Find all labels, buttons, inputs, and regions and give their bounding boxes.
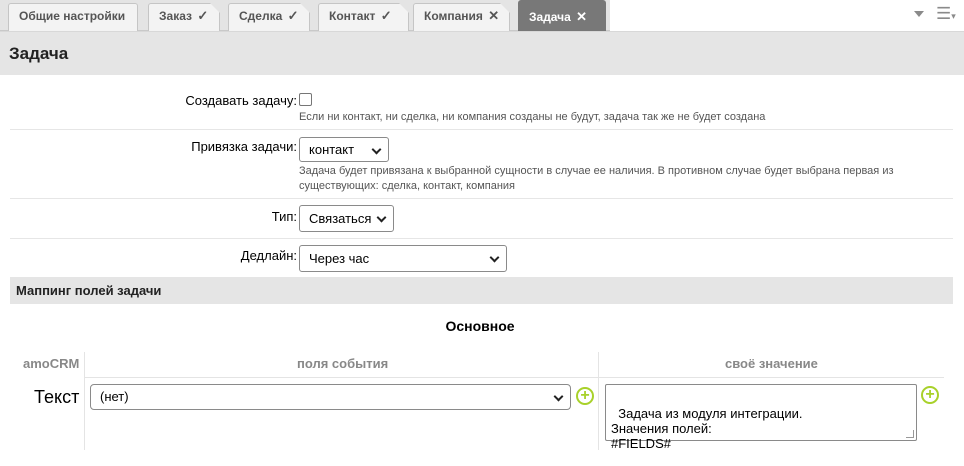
column-event-fields: поля события: [297, 356, 389, 371]
create-task-hint: Если ни контакт, ни сделка, ни компания …: [299, 111, 766, 123]
create-task-row: Создавать задачу: Если ни контакт, ни сд…: [10, 75, 953, 130]
section-header: Задача: [0, 31, 964, 75]
tab-label: Сделка: [239, 9, 283, 23]
type-select[interactable]: Связаться: [299, 205, 394, 232]
chevron-down-icon: [489, 252, 500, 263]
check-icon: ✓: [380, 8, 392, 23]
own-value-textarea[interactable]: Задача из модуля интеграции. Значения по…: [605, 384, 917, 451]
create-task-checkbox[interactable]: [299, 93, 312, 106]
deadline-label: Дедлайн:: [240, 248, 297, 263]
task-binding-select[interactable]: контакт: [299, 137, 389, 162]
tab-deal[interactable]: Сделка ✓: [228, 3, 310, 31]
column-divider: [84, 352, 85, 450]
task-binding-label: Привязка задачи:: [191, 139, 297, 154]
tab-bar: Общие настройки Заказ ✓ Сделка ✓ Контакт…: [0, 0, 964, 31]
task-binding-value: контакт: [309, 142, 355, 157]
event-field-select[interactable]: (нет): [90, 384, 571, 410]
add-own-value-button[interactable]: +: [921, 386, 939, 404]
add-event-field-button[interactable]: +: [576, 387, 594, 405]
group-title: Основное: [0, 318, 964, 334]
mapping-field-name: Текст: [34, 387, 80, 407]
check-icon: ✓: [287, 8, 299, 23]
tab-company[interactable]: Компания ✕: [413, 3, 510, 31]
chevron-down-icon: [371, 144, 382, 155]
chevron-down-icon: [376, 212, 387, 223]
tab-corner: [210, 3, 220, 13]
deadline-select[interactable]: Через час: [299, 245, 507, 272]
header-divider: [84, 377, 944, 378]
event-field-value: (нет): [100, 389, 129, 404]
mapping-header: Маппинг полей задачи: [10, 277, 953, 304]
tab-general-settings[interactable]: Общие настройки: [8, 3, 138, 31]
menu-icon[interactable]: ☰▾: [936, 4, 956, 26]
cross-icon: ✕: [576, 9, 588, 24]
tab-order[interactable]: Заказ ✓: [148, 3, 220, 31]
group-title-text: Основное: [445, 318, 515, 334]
deadline-value: Через час: [309, 251, 370, 266]
cross-icon: ✕: [488, 8, 500, 23]
tab-task[interactable]: Задача ✕: [518, 0, 606, 31]
tab-label: Заказ: [159, 9, 192, 23]
task-binding-hint: Задача будет привязана к выбранной сущно…: [299, 164, 919, 194]
type-value: Связаться: [309, 211, 372, 226]
column-divider: [598, 352, 599, 450]
page-title: Задача: [9, 44, 69, 63]
chevron-down-icon[interactable]: [914, 11, 924, 17]
tab-corner: [399, 3, 409, 13]
tab-label: Общие настройки: [19, 9, 126, 23]
column-amocrm: amoCRM: [23, 356, 80, 371]
check-icon: ✓: [197, 8, 209, 23]
own-value-text: Задача из модуля интеграции. Значения по…: [611, 406, 803, 451]
tab-contact[interactable]: Контакт ✓: [318, 3, 409, 31]
tab-label: Задача: [529, 10, 571, 24]
tab-corner: [500, 3, 510, 13]
task-binding-hint-line1: Задача будет привязана к выбранной сущно…: [299, 165, 894, 177]
task-binding-hint-line2: существующих: сделка, контакт, компания: [299, 180, 516, 192]
create-task-label: Создавать задачу:: [185, 93, 297, 108]
tab-corner: [300, 3, 310, 13]
task-binding-row: Привязка задачи: контакт Задача будет пр…: [10, 130, 953, 199]
type-label: Тип:: [271, 209, 297, 224]
tab-label: Компания: [424, 9, 483, 23]
resize-handle-icon[interactable]: [906, 430, 914, 438]
chevron-down-icon: [553, 391, 564, 402]
column-own-value: своё значение: [725, 356, 818, 371]
tab-label: Контакт: [329, 9, 376, 23]
mapping-title: Маппинг полей задачи: [16, 283, 162, 298]
deadline-row: Дедлайн: Через час: [10, 239, 953, 277]
type-row: Тип: Связаться: [10, 199, 953, 239]
